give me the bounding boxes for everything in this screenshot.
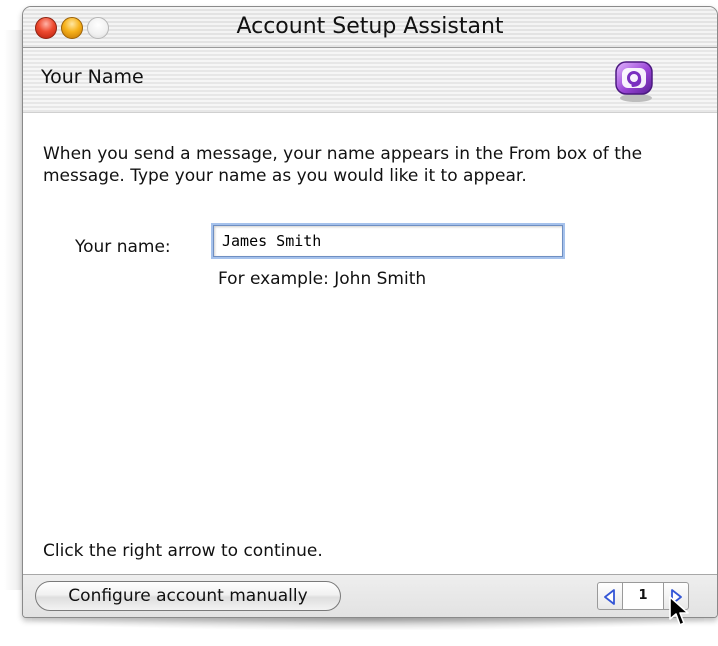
left-arrow-icon: [604, 589, 615, 605]
example-text: For example: John Smith: [218, 269, 427, 289]
intro-text: When you send a message, your name appea…: [43, 144, 643, 186]
continue-hint: Click the right arrow to continue.: [43, 541, 323, 561]
step-title: Your Name: [41, 66, 144, 88]
entourage-icon: [615, 61, 653, 102]
previous-page-button[interactable]: [597, 582, 623, 610]
step-header: Your Name: [23, 48, 717, 113]
title-bar[interactable]: Account Setup Assistant: [23, 7, 717, 48]
assistant-window: Account Setup Assistant Your Name When y…: [22, 6, 718, 618]
screen: Account Setup Assistant Your Name When y…: [0, 0, 718, 646]
name-input[interactable]: [213, 225, 563, 257]
name-label: Your name:: [75, 237, 171, 257]
mouse-pointer-icon: [669, 596, 689, 626]
page-number: 1: [623, 582, 663, 610]
footer-bar: Configure account manually 1: [23, 574, 717, 617]
configure-manually-button[interactable]: Configure account manually: [35, 581, 341, 611]
window-title: Account Setup Assistant: [236, 14, 504, 39]
